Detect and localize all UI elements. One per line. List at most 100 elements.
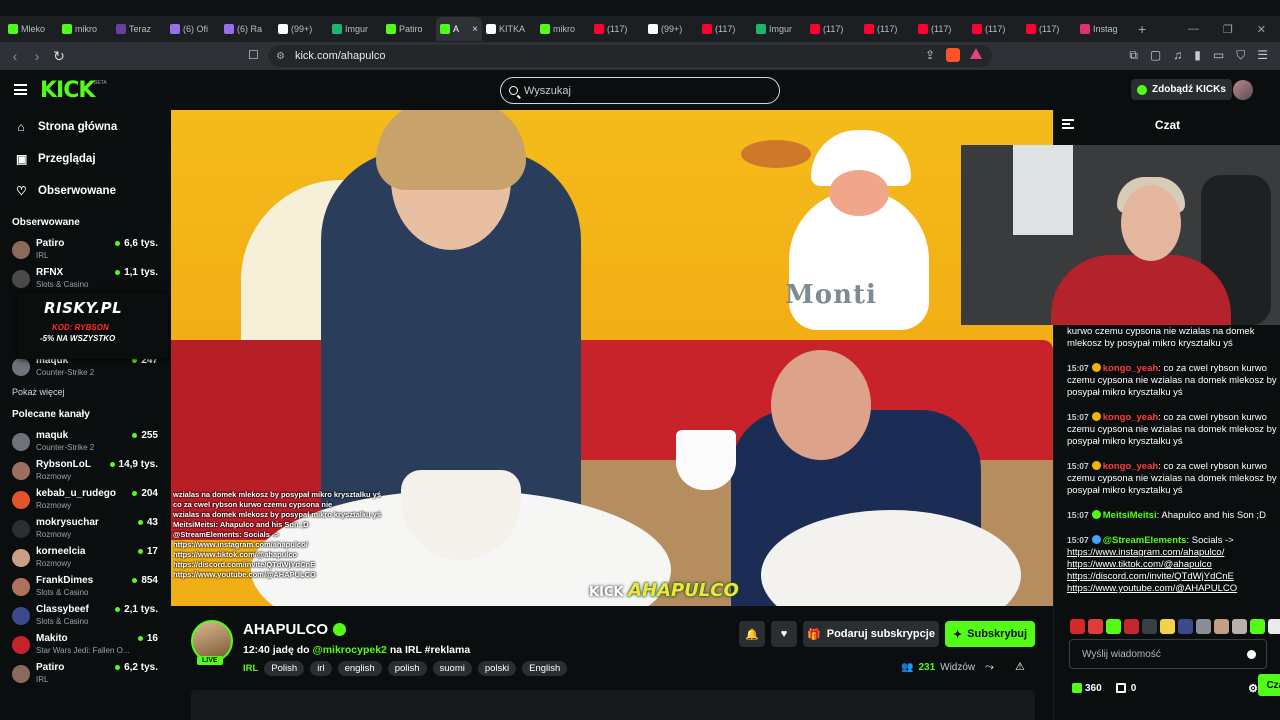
emote-icon[interactable] [1250, 619, 1265, 634]
chat-settings-icon[interactable]: ⚙ [1248, 682, 1258, 695]
browser-tab[interactable]: Patiro [382, 17, 436, 41]
search-input[interactable] [524, 84, 764, 97]
screenshot-icon[interactable]: ▢ [1150, 48, 1161, 63]
stream-tag[interactable]: polish [387, 661, 427, 676]
maximize-icon[interactable]: ❐ [1223, 23, 1233, 36]
close-tab-icon[interactable]: × [472, 24, 478, 35]
chat-username[interactable]: MeitsiMeitsi [1103, 510, 1157, 521]
channel-item[interactable]: mokrysuchar Rozmowy 43 [0, 514, 170, 543]
emoji-icon[interactable] [1247, 650, 1256, 659]
emote-icon[interactable] [1268, 619, 1280, 634]
forward-icon[interactable]: › [26, 48, 48, 64]
sidebar-nav-item[interactable]: ▣ Przeglądaj [0, 143, 170, 175]
emote-icon[interactable] [1106, 619, 1121, 634]
brave-shields-icon[interactable] [946, 48, 960, 62]
gift-subs-button[interactable]: 🎁 Podaruj subskrypcje [803, 621, 939, 647]
emote-icon[interactable] [1160, 619, 1175, 634]
menu-toggle-icon[interactable] [14, 84, 27, 95]
channel-points[interactable]: 360 [1072, 683, 1102, 694]
get-kicks-button[interactable]: Zdobądź KICKs [1131, 79, 1232, 100]
chat-link[interactable]: https://www.instagram.com/ahapulco/ [1067, 547, 1277, 559]
follow-button[interactable]: ♥ [771, 621, 797, 647]
emote-icon[interactable] [1232, 619, 1247, 634]
new-tab-button[interactable]: + [1130, 21, 1154, 37]
channel-item[interactable]: Makito Star Wars Jedi: Fallen O... 16 [0, 630, 170, 659]
browser-tab[interactable]: (6) Ra [220, 17, 274, 41]
emote-icon[interactable] [1070, 619, 1085, 634]
vpn-icon[interactable]: ⛉ [1236, 48, 1245, 63]
stream-tag[interactable]: irl [310, 661, 332, 676]
gift-counter[interactable]: 0 [1115, 683, 1136, 694]
chat-username[interactable]: @StreamElements [1103, 535, 1187, 546]
channel-item[interactable]: RFNX Slots & Casino 1,1 tys. [0, 264, 170, 293]
kick-logo[interactable]: KICK [40, 78, 95, 103]
emote-icon[interactable] [1088, 619, 1103, 634]
channel-item[interactable]: Classybeef Slots & Casino 2,1 tys. [0, 601, 170, 630]
minimize-icon[interactable]: — [1188, 23, 1199, 36]
menu-icon[interactable]: ☰ [1257, 48, 1268, 63]
promo-banner[interactable]: RISKY.PL KOD: RYBSON -5% NA WSZYSTKO [18, 293, 168, 359]
emote-icon[interactable] [1214, 619, 1229, 634]
browser-tab[interactable]: Instag [1076, 17, 1130, 41]
stream-tag[interactable]: English [522, 661, 568, 676]
streamer-name[interactable]: AHAPULCO [243, 621, 346, 638]
browser-tab[interactable]: Imgur [328, 17, 382, 41]
chat-username[interactable]: kongo_yeah [1103, 461, 1158, 472]
channel-item[interactable]: RybsonLoL Rozmowy 14,9 tys. [0, 456, 170, 485]
browser-tab[interactable]: A × [436, 17, 482, 41]
chat-username[interactable]: kongo_yeah [1103, 363, 1158, 374]
share-icon[interactable]: ⤳ [985, 661, 994, 674]
browser-tab[interactable]: (99+) [274, 17, 328, 41]
stream-tag[interactable]: polski [477, 661, 517, 676]
show-more-link[interactable]: Pokaż więcej [0, 383, 170, 401]
stream-tag[interactable]: suomi [432, 661, 472, 676]
share-page-icon[interactable]: ⇪ [925, 48, 935, 62]
browser-tab[interactable]: (99+) [644, 17, 698, 41]
subscribe-button[interactable]: ✦ Subskrybuj [945, 621, 1035, 647]
channel-item[interactable]: Patiro IRL 6,2 tys. [0, 659, 170, 688]
channel-item[interactable]: maquk Counter-Strike 2 255 [0, 427, 170, 456]
channel-item[interactable]: kebab_u_rudego Rozmowy 204 [0, 485, 170, 514]
chat-send-button[interactable]: Czat [1258, 674, 1280, 696]
stream-title-mention[interactable]: @mikrocypek2 [312, 644, 386, 656]
stream-category[interactable]: IRL [243, 663, 258, 674]
browser-tab[interactable]: mikro [58, 17, 112, 41]
browser-tab[interactable]: Imgur [752, 17, 806, 41]
emote-icon[interactable] [1196, 619, 1211, 634]
browser-tab[interactable]: mikro [536, 17, 590, 41]
browser-tab[interactable]: KITKA [482, 17, 536, 41]
sidebar-nav-item[interactable]: ♡ Obserwowane [0, 175, 170, 207]
site-info-icon[interactable]: ⚙ [276, 51, 285, 62]
browser-tab[interactable]: Teraz [112, 17, 166, 41]
bookmark-icon[interactable]: ☐ [248, 48, 259, 62]
url-field[interactable]: ⚙ kick.com/ahapulco [268, 45, 992, 67]
browser-tab[interactable]: (117) [860, 17, 914, 41]
emote-icon[interactable] [1124, 619, 1139, 634]
chat-link[interactable]: https://www.tiktok.com/@ahapulco [1067, 559, 1277, 571]
browser-tab[interactable]: (117) [968, 17, 1022, 41]
music-icon[interactable]: ♫ [1173, 48, 1182, 63]
channel-item[interactable]: Patiro IRL 6,6 tys. [0, 235, 170, 264]
brave-rewards-icon[interactable] [970, 48, 982, 59]
browser-tab[interactable]: (117) [1022, 17, 1076, 41]
user-avatar[interactable] [1233, 80, 1253, 100]
sidebar-toggle-icon[interactable]: ▮ [1194, 48, 1201, 63]
browser-tab[interactable]: (6) Ofi [166, 17, 220, 41]
video-player[interactable]: Monti wzialas na domek mlekosz by posypa… [171, 110, 1053, 606]
extensions-icon[interactable]: ⧉ [1129, 48, 1138, 63]
close-window-icon[interactable]: ✕ [1257, 23, 1266, 36]
browser-tab[interactable]: (117) [590, 17, 644, 41]
chat-username[interactable]: kongo_yeah [1103, 412, 1158, 423]
report-icon[interactable]: ⚠ [1015, 660, 1025, 673]
browser-tab[interactable]: (117) [914, 17, 968, 41]
chat-input[interactable]: Wyślij wiadomość [1069, 639, 1267, 669]
chat-link[interactable]: https://discord.com/invite/QTdWjYdCnE [1067, 571, 1277, 583]
stream-tag[interactable]: english [337, 661, 382, 676]
emote-icon[interactable] [1142, 619, 1157, 634]
browser-tab[interactable]: (117) [698, 17, 752, 41]
sidebar-nav-item[interactable]: ⌂ Strona główna [0, 111, 170, 143]
channel-item[interactable]: FrankDimes Slots & Casino 854 [0, 572, 170, 601]
reload-icon[interactable]: ↻ [48, 48, 70, 65]
wallet-icon[interactable]: ▭ [1213, 48, 1224, 63]
search-box[interactable] [500, 77, 780, 104]
